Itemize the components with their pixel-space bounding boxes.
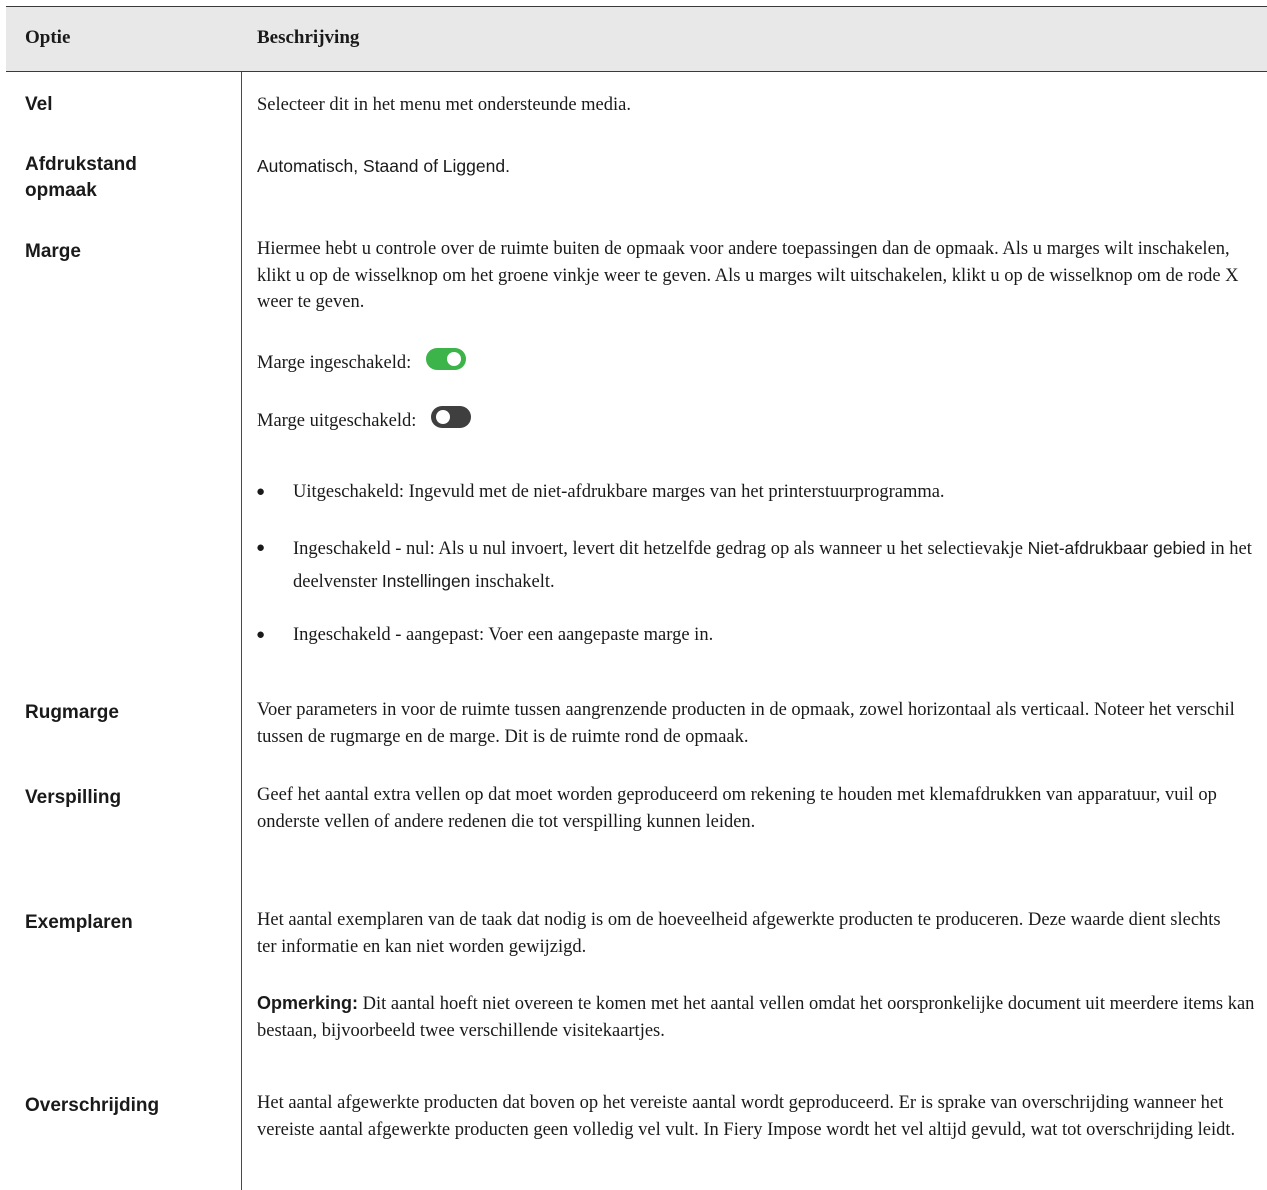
desc-rugmarge: Voer parameters in voor de ruimte tussen… <box>257 700 1235 747</box>
marge-disabled-row: Marge uitgeschakeld: <box>257 405 1257 435</box>
bullet-icon: ● <box>256 483 266 500</box>
desc-vel: Selecteer dit in het menu met ondersteun… <box>257 95 631 115</box>
marge-enabled-label: Marge ingeschakeld: <box>257 353 412 373</box>
option-rugmarge: Rugmarge <box>25 702 119 723</box>
option-afdrukstand: Afdrukstand opmaak <box>25 152 137 204</box>
desc-afdrukstand: Automatisch, Staand of Liggend. <box>257 156 510 176</box>
ui-label-instellingen: Instellingen <box>381 571 471 591</box>
bullet-icon: ● <box>256 626 266 643</box>
option-afdrukstand-line2: opmaak <box>25 180 97 201</box>
marge-disabled-label: Marge uitgeschakeld: <box>257 411 417 431</box>
toggle-enabled-icon <box>425 347 466 370</box>
desc-exemplaren: Het aantal exemplaren van de taak dat no… <box>257 910 1221 957</box>
marge-enabled-row: Marge ingeschakeld: <box>257 347 1257 377</box>
note-label: Opmerking: <box>257 993 359 1013</box>
bullet-icon: ● <box>256 539 266 556</box>
desc-marge: Hiermee hebt u controle over de ruimte b… <box>257 239 1239 312</box>
bullet-2-text: Ingeschakeld - nul: Als u nul invoert, l… <box>293 538 1252 592</box>
desc-verspilling: Geef het aantal extra vellen op dat moet… <box>257 785 1217 832</box>
option-verspilling: Verspilling <box>25 787 122 808</box>
option-vel: Vel <box>25 94 53 115</box>
option-marge: Marge <box>25 241 81 262</box>
ui-label-niet-afdrukbaar: Niet-afdrukbaar gebied <box>1027 538 1206 558</box>
bullet-3-text: Ingeschakeld - aangepast: Voer een aange… <box>293 625 714 645</box>
column-divider <box>241 6 242 1190</box>
option-exemplaren: Exemplaren <box>25 912 133 933</box>
header-option: Optie <box>25 27 71 48</box>
toggle-disabled-icon <box>431 405 472 428</box>
desc-overschrijding: Het aantal afgewerkte producten dat bove… <box>257 1093 1236 1140</box>
exemplaren-note: Opmerking: Dit aantal hoeft niet overeen… <box>257 990 1257 1044</box>
option-overschrijding: Overschrijding <box>25 1095 160 1116</box>
table-header: Optie Beschrijving <box>6 6 1267 72</box>
option-afdrukstand-line1: Afdrukstand <box>25 154 137 175</box>
note-text: Dit aantal hoeft niet overeen te komen m… <box>257 994 1255 1041</box>
header-description: Beschrijving <box>257 27 360 48</box>
bullet-1-text: Uitgeschakeld: Ingevuld met de niet-afdr… <box>293 482 945 502</box>
